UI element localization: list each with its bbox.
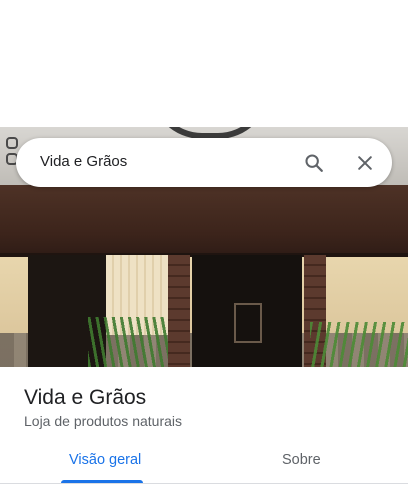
- place-title: Vida e Grãos: [24, 386, 147, 409]
- clear-search-button[interactable]: [352, 150, 378, 176]
- photo-center-door: [192, 255, 302, 367]
- photo-awning: [0, 185, 408, 255]
- search-button[interactable]: [301, 150, 327, 176]
- place-category: Loja de produtos naturais: [24, 413, 182, 429]
- search-bar[interactable]: Vida e Grãos: [16, 138, 392, 187]
- photo-pillar: [168, 255, 190, 367]
- top-blank-area: [0, 0, 408, 127]
- photo-plants: [310, 322, 408, 367]
- search-input[interactable]: Vida e Grãos: [40, 153, 127, 170]
- photo-plants: [88, 317, 168, 367]
- tabs-divider: [0, 483, 408, 484]
- tab-about[interactable]: Sobre: [282, 452, 321, 468]
- search-icon: [305, 154, 323, 172]
- place-info-panel: Vida e Grãos Loja de produtos naturais V…: [0, 367, 408, 494]
- tab-overview[interactable]: Visão geral: [69, 452, 141, 468]
- close-icon: [358, 156, 372, 170]
